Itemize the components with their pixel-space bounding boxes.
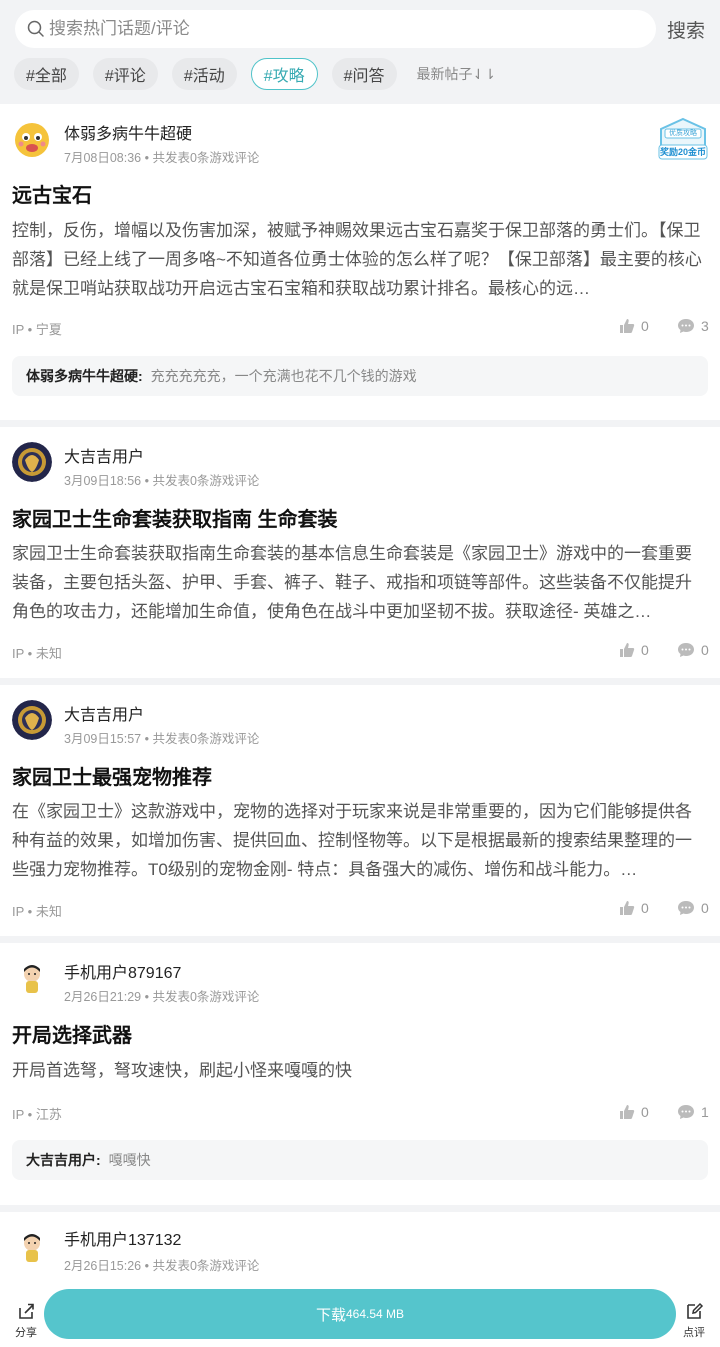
avatar[interactable] (12, 959, 52, 999)
comment-button[interactable]: 1 (677, 1104, 709, 1120)
post-card[interactable]: 大吉吉用户 3月09日15:57 • 共发表0条游戏评论 家园卫士最强宠物推荐 … (0, 685, 720, 936)
tag-activity[interactable]: #活动 (171, 58, 237, 90)
username[interactable]: 大吉吉用户 (64, 443, 144, 467)
like-button[interactable]: 0 (619, 900, 649, 916)
award-badge-icon: 优质攻略 奖励20金币 (655, 117, 711, 163)
tag-guide[interactable]: #攻略 (250, 58, 318, 90)
top-bar: 搜索 #全部 #评论 #活动 #攻略 #问答 最新帖子⇃⇂ (0, 0, 720, 104)
reply-username: 大吉吉用户: (26, 1152, 101, 1168)
reply-preview[interactable]: 体弱多病牛牛超硬: 充充充充充，一个充满也花不几个钱的游戏 (12, 356, 708, 396)
post-meta: 2月26日21:29 • 共发表0条游戏评论 (64, 990, 260, 1004)
search-icon (27, 20, 44, 37)
like-count: 0 (641, 318, 649, 334)
search-button[interactable]: 搜索 (667, 16, 705, 43)
post-body[interactable]: 开局首选弩，弩攻速快，刷起小怪来嘎嘎的快 (12, 1056, 708, 1085)
post-ip-location: IP • 宁夏 (12, 322, 62, 337)
sort-latest[interactable]: 最新帖子⇃⇂ (417, 64, 496, 84)
username[interactable]: 手机用户137132 (64, 1226, 181, 1250)
like-count: 0 (641, 642, 649, 658)
post-meta: 3月09日15:57 • 共发表0条游戏评论 (64, 732, 260, 746)
comment-icon (678, 901, 694, 915)
badge-top-text: 优质攻略 (669, 130, 697, 137)
comment-count: 0 (701, 900, 709, 916)
post-meta: 2月26日15:26 • 共发表0条游戏评论 (64, 1259, 260, 1273)
tag-all[interactable]: #全部 (14, 58, 79, 90)
comment-button[interactable]: 0 (677, 900, 709, 916)
thumbs-up-icon (620, 643, 635, 657)
badge-reward-text: 奖励20金币 (659, 147, 706, 157)
username[interactable]: 大吉吉用户 (64, 701, 144, 725)
thumbs-up-icon (620, 901, 635, 915)
download-size: 464.54 MB (345, 1307, 405, 1321)
download-button[interactable]: 下载 464.54 MB (44, 1289, 676, 1339)
tag-review[interactable]: #评论 (92, 58, 158, 90)
download-label: 下载 (315, 1306, 346, 1324)
comment-button[interactable]: 0 (677, 642, 709, 658)
post-card[interactable]: 体弱多病牛牛超硬 7月08日08:36 • 共发表0条游戏评论 优质攻略 奖励2… (0, 104, 720, 420)
tag-filter-bar: #全部 #评论 #活动 #攻略 #问答 最新帖子⇃⇂ (14, 58, 496, 90)
thumbs-up-icon (620, 319, 635, 333)
share-button[interactable]: 分享 (12, 1301, 40, 1340)
post-body[interactable]: 在《家园卫士》这款游戏中，宠物的选择对于玩家来说是非常重要的，因为它们能够提供各… (12, 797, 708, 884)
reply-text: 充充充充充，一个充满也花不几个钱的游戏 (150, 368, 417, 384)
post-title[interactable]: 家园卫士生命套装获取指南 生命套装 (12, 503, 338, 532)
edit-icon (687, 1302, 704, 1319)
post-meta: 3月09日18:56 • 共发表0条游戏评论 (64, 474, 260, 488)
avatar[interactable] (12, 442, 52, 482)
avatar[interactable] (12, 120, 52, 160)
search-box[interactable] (15, 10, 656, 48)
username[interactable]: 体弱多病牛牛超硬 (64, 120, 192, 144)
post-ip-location: IP • 未知 (12, 646, 62, 661)
post-title[interactable]: 家园卫士最强宠物推荐 (12, 761, 212, 790)
thumbs-up-icon (620, 1105, 635, 1119)
comment-count: 0 (701, 642, 709, 658)
post-meta: 7月08日08:36 • 共发表0条游戏评论 (64, 151, 260, 165)
search-input[interactable] (49, 19, 609, 39)
avatar[interactable] (12, 1228, 52, 1268)
username[interactable]: 手机用户879167 (64, 959, 181, 983)
comment-icon (678, 643, 694, 657)
review-label: 点评 (683, 1327, 705, 1339)
like-count: 0 (641, 900, 649, 916)
post-card[interactable]: 手机用户879167 2月26日21:29 • 共发表0条游戏评论 开局选择武器… (0, 943, 720, 1205)
reply-username: 体弱多病牛牛超硬: (26, 368, 143, 384)
reply-text: 嘎嘎快 (108, 1152, 151, 1168)
post-card[interactable]: 手机用户137132 2月26日15:26 • 共发表0条游戏评论 (0, 1212, 720, 1292)
post-body[interactable]: 家园卫士生命套装获取指南生命套装的基本信息生命套装是《家园卫士》游戏中的一套重要… (12, 539, 708, 626)
post-title[interactable]: 远古宝石 (12, 179, 92, 208)
comment-count: 1 (701, 1104, 709, 1120)
post-body[interactable]: 控制，反伤，增幅以及伤害加深，被赋予神赐效果远古宝石嘉奖于保卫部落的勇士们。【保… (12, 216, 708, 303)
like-count: 0 (641, 1104, 649, 1120)
post-title[interactable]: 开局选择武器 (12, 1019, 132, 1048)
review-button[interactable]: 点评 (680, 1301, 708, 1340)
like-button[interactable]: 0 (619, 1104, 649, 1120)
share-icon (19, 1303, 34, 1319)
comment-count: 3 (701, 318, 709, 334)
post-card[interactable]: 大吉吉用户 3月09日18:56 • 共发表0条游戏评论 家园卫士生命套装获取指… (0, 427, 720, 678)
comment-button[interactable]: 3 (677, 318, 709, 334)
like-button[interactable]: 0 (619, 642, 649, 658)
reply-preview[interactable]: 大吉吉用户: 嘎嘎快 (12, 1140, 708, 1180)
avatar[interactable] (12, 700, 52, 740)
comment-icon (678, 1105, 694, 1119)
share-label: 分享 (15, 1327, 37, 1339)
comment-icon (678, 319, 694, 333)
tag-qa[interactable]: #问答 (331, 58, 397, 90)
like-button[interactable]: 0 (619, 318, 649, 334)
bottom-action-bar: 分享 下载 464.54 MB 点评 (0, 1287, 720, 1347)
post-ip-location: IP • 未知 (12, 904, 62, 919)
post-ip-location: IP • 江苏 (12, 1107, 62, 1122)
